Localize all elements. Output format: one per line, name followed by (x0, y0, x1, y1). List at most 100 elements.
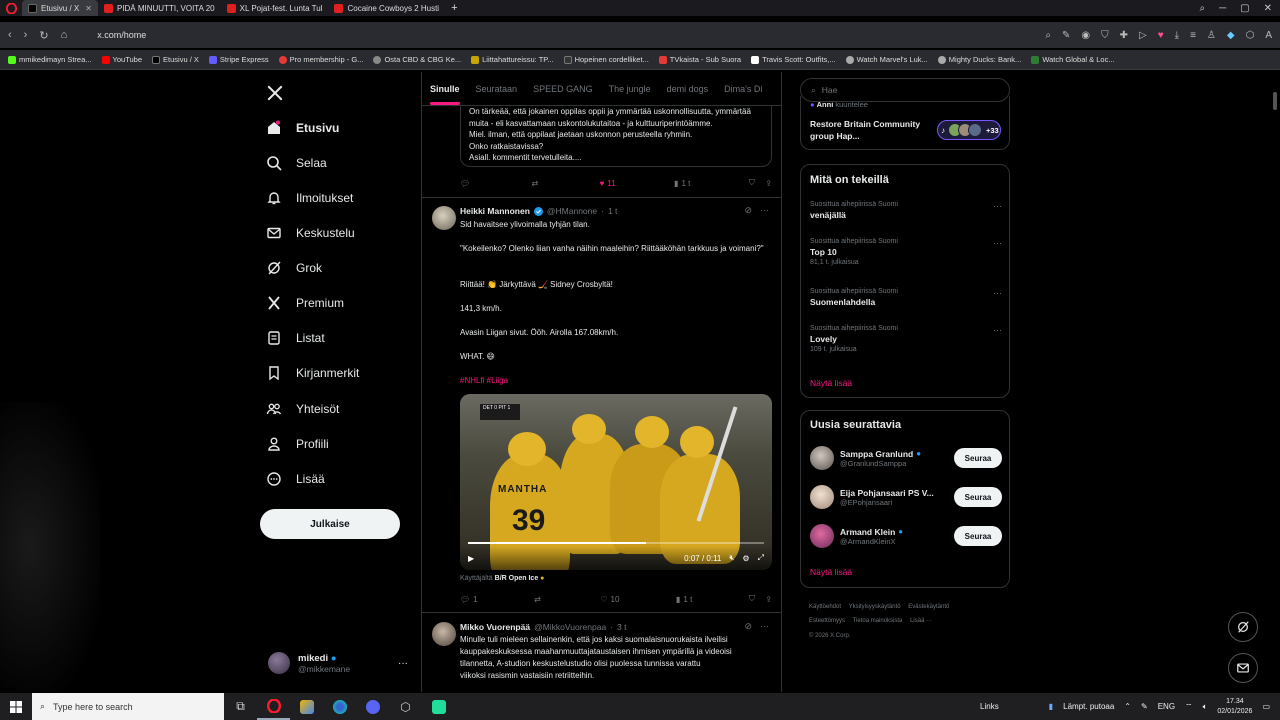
minimize-icon[interactable]: ─ (1219, 3, 1226, 14)
follow-suggestion[interactable]: Eija Pohjansaari PS V... @EPohjansaari S… (810, 484, 1002, 510)
reply-button[interactable]: 💬︎ (460, 179, 473, 188)
nav-item-lists[interactable]: Listat (266, 330, 325, 346)
taskbar-app[interactable] (422, 693, 455, 720)
bookmark-icon[interactable]: ⛉ (749, 178, 755, 188)
home-browser-icon[interactable]: ⌂ (61, 29, 68, 41)
bookmark-item[interactable]: Travis Scott: Outfits,... (751, 55, 836, 64)
aria-icon[interactable]: A (1265, 30, 1272, 41)
footer-link[interactable]: Evästekäytäntö (908, 604, 949, 610)
play-icon[interactable]: ▷ (1139, 30, 1147, 41)
more-dots-icon[interactable]: ··· (993, 288, 1002, 298)
author-name[interactable]: Heikki Mannonen (460, 206, 530, 216)
browser-tab[interactable]: Cocaine Cowboys 2 Husti (328, 0, 445, 16)
footer-link[interactable]: Esteettömyys (809, 618, 845, 624)
bookmark-item[interactable]: Stripe Express (208, 55, 269, 64)
download-icon[interactable]: ⤓ (1175, 30, 1179, 41)
nav-item-profile[interactable]: Profiili (266, 436, 329, 452)
back-icon[interactable]: ‹ (8, 29, 12, 41)
footer-link[interactable]: Lisää ··· (910, 618, 932, 624)
cube-icon[interactable]: ⬡ (1246, 30, 1255, 41)
play-icon[interactable]: ▶ (468, 554, 474, 563)
bookmark-item[interactable]: mmikedimayn Strea... (8, 55, 92, 64)
quoted-post[interactable]: On tärkeää, että jokainen oppilas oppii … (460, 102, 772, 167)
settings-gear-icon[interactable]: ⚙ (742, 554, 749, 563)
bookmark-item[interactable]: TVkaista - Sub Suora (658, 55, 741, 64)
browser-tab[interactable]: XL Pojat-fest. Lunta Tul (221, 0, 329, 16)
more-dots-icon[interactable]: ··· (398, 658, 408, 669)
hashtag-links[interactable]: #NHLfi #Liiga (460, 375, 772, 387)
menu-icon[interactable]: ≡ (1190, 30, 1196, 41)
close-window-icon[interactable]: ✕ (1264, 3, 1272, 14)
shield-icon[interactable]: ⛉ (1101, 30, 1109, 41)
tab-dimas[interactable]: Dima's Di (716, 84, 770, 94)
volume-muted-icon[interactable]: 🔇︎ (729, 553, 734, 563)
bookmark-item[interactable]: Mighty Ducks: Bank... (937, 55, 1021, 64)
avatar[interactable] (432, 622, 456, 646)
x-logo-icon[interactable] (266, 84, 284, 102)
like-button[interactable]: ♡ 10 (600, 595, 619, 604)
share-icon[interactable]: ⇪ (765, 179, 772, 188)
reply-button[interactable]: 💬︎ 1 (460, 595, 478, 604)
tab-the-jungle[interactable]: The jungle (601, 84, 659, 94)
trend-item[interactable]: Suosittua aihepiirissä Suomi Top 10 81,1… (810, 238, 1002, 266)
share-icon[interactable]: ⇪ (765, 595, 772, 604)
maximize-icon[interactable]: ▢ (1240, 3, 1249, 14)
chevron-up-icon[interactable]: ⌃ (1124, 702, 1131, 711)
tab-following[interactable]: Seurataan (468, 84, 526, 94)
taskbar-edge[interactable] (323, 693, 356, 720)
more-dots-icon[interactable]: ··· (760, 205, 769, 216)
credit-source-link[interactable]: B/R Open Ice (495, 575, 539, 582)
browser-tab[interactable]: Etusivu / X ✕ (22, 0, 98, 16)
tab-demi-dogs[interactable]: demi dogs (659, 84, 717, 94)
show-more-link[interactable]: Näytä lisää (810, 567, 852, 577)
video-progress-bar[interactable] (468, 542, 764, 544)
follow-button[interactable]: Seuraa (954, 448, 1002, 468)
repost-button[interactable]: ⇄ (532, 179, 542, 188)
account-switcher[interactable]: mikedi ● @mikkemane (268, 652, 350, 674)
views-button[interactable]: ▮ 1 t (676, 595, 692, 604)
new-tab-button[interactable]: + (445, 0, 463, 16)
trend-item[interactable]: Suosittua aihepiirissä Suomi Lovely 109 … (810, 325, 1002, 353)
nav-item-explore[interactable]: Selaa (266, 155, 327, 171)
bookmark-item[interactable]: Osta CBD & CBG Ke... (373, 55, 461, 64)
heart-icon[interactable]: ♥ (1158, 30, 1164, 41)
camera-icon[interactable]: ◉ (1081, 30, 1090, 41)
more-dots-icon[interactable]: ··· (993, 238, 1002, 248)
taskbar-opera[interactable] (257, 693, 290, 720)
page-scrollbar[interactable] (1272, 72, 1278, 692)
tab-for-you[interactable]: Sinulle (422, 84, 468, 105)
reload-icon[interactable]: ↻ (39, 29, 48, 42)
close-tab-icon[interactable]: ✕ (85, 4, 92, 13)
tab-search-icon[interactable]: ⌕ (1199, 3, 1205, 14)
nav-item-communities[interactable]: Yhteisöt (266, 401, 339, 417)
repost-button[interactable]: ⇄ (534, 595, 544, 604)
clock[interactable]: 17.34 02/01/2026 (1217, 697, 1252, 715)
post-time[interactable]: 3 t (617, 622, 626, 632)
author-name[interactable]: Mikko Vuorenpää (460, 622, 530, 632)
bookmark-item[interactable]: YouTube (101, 55, 142, 64)
forward-icon[interactable]: › (24, 29, 28, 41)
start-button[interactable] (0, 693, 32, 720)
taskbar-app[interactable]: ⬡ (389, 693, 422, 720)
language-indicator[interactable]: ENG (1158, 702, 1175, 711)
browser-tab[interactable]: PIDÄ MINUUTTI, VOITA 20 (98, 0, 221, 16)
nav-item-home[interactable]: Etusivu (266, 120, 339, 136)
like-button[interactable]: ♥ 11 (600, 179, 616, 188)
bookmark-item[interactable]: Hopeinen cordelliket... (563, 55, 649, 64)
search-input[interactable] (821, 85, 992, 95)
video-player[interactable]: MANTHA 39 DET 0 PIT 1 ▶ 0:07 / 0:11 🔇︎ ⚙… (460, 394, 772, 570)
follow-button[interactable]: Seuraa (954, 487, 1002, 507)
trend-item[interactable]: Suosittua aihepiirissä Suomi Suomenlahde… (810, 288, 1002, 307)
weather-text[interactable]: Lämpt. putoaa (1063, 702, 1114, 711)
more-dots-icon[interactable]: ··· (760, 621, 769, 632)
taskbar-app[interactable] (290, 693, 323, 720)
avatar[interactable] (432, 206, 456, 230)
notifications-icon[interactable]: ▭ (1262, 702, 1270, 711)
post-time[interactable]: 1 t (608, 206, 617, 216)
profile-icon[interactable]: ♙ (1207, 30, 1216, 41)
bookmark-item[interactable]: Watch Global & Loc... (1031, 55, 1115, 64)
edit-icon[interactable]: ✎ (1062, 30, 1070, 41)
grok-float-button[interactable] (1228, 612, 1258, 642)
nav-item-grok[interactable]: Grok (266, 260, 322, 276)
more-dots-icon[interactable]: ··· (993, 325, 1002, 335)
